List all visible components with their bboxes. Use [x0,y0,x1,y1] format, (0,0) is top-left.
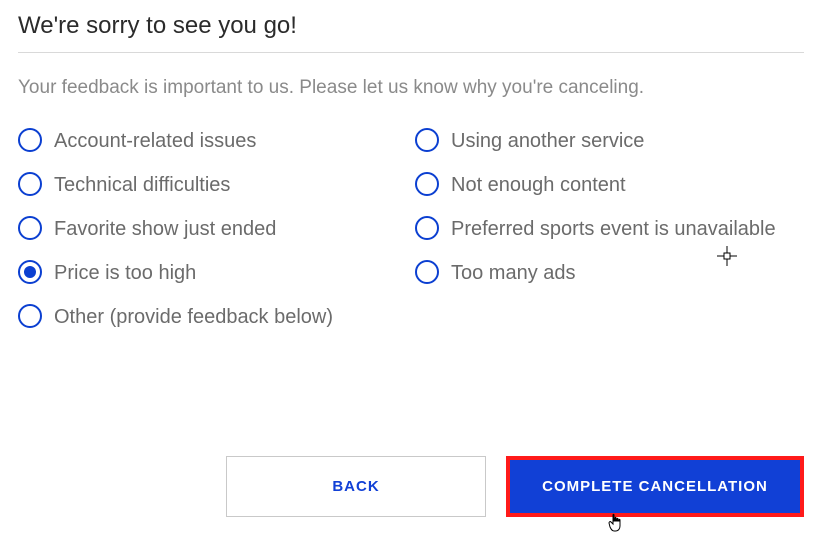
cancel-reason-option[interactable]: Other (provide feedback below) [18,303,804,331]
cancel-reason-options: Account-related issues Using another serv… [18,127,804,331]
option-label: Technical difficulties [54,171,230,199]
option-label: Favorite show just ended [54,215,276,243]
radio-icon[interactable] [415,172,439,196]
cancel-reason-option[interactable]: Technical difficulties [18,171,407,199]
radio-icon[interactable] [18,304,42,328]
radio-icon[interactable] [18,216,42,240]
cancel-reason-option[interactable]: Preferred sports event is unavailable [415,215,804,243]
cancel-reason-option[interactable]: Favorite show just ended [18,215,407,243]
option-label: Using another service [451,127,644,155]
radio-icon[interactable] [18,172,42,196]
cancel-reason-option[interactable]: Account-related issues [18,127,407,155]
cancel-reason-option[interactable]: Price is too high [18,259,407,287]
divider [18,52,804,53]
option-label: Too many ads [451,259,576,287]
option-label: Price is too high [54,259,196,287]
radio-icon[interactable] [415,128,439,152]
page-title: We're sorry to see you go! [18,12,804,52]
cancel-reason-option[interactable]: Too many ads [415,259,804,287]
cancel-reason-option[interactable]: Using another service [415,127,804,155]
option-label: Other (provide feedback below) [54,303,333,331]
button-row: BACK COMPLETE CANCELLATION [0,456,804,517]
option-label: Not enough content [451,171,626,199]
complete-cancellation-button[interactable]: COMPLETE CANCELLATION [510,460,800,513]
feedback-prompt: Your feedback is important to us. Please… [18,77,804,99]
highlight-border: COMPLETE CANCELLATION [506,456,804,517]
option-label: Preferred sports event is unavailable [451,215,776,243]
cancel-reason-option[interactable]: Not enough content [415,171,804,199]
radio-icon[interactable] [18,260,42,284]
option-label: Account-related issues [54,127,256,155]
back-button[interactable]: BACK [226,456,486,517]
radio-icon[interactable] [415,260,439,284]
radio-icon[interactable] [415,216,439,240]
radio-icon[interactable] [18,128,42,152]
